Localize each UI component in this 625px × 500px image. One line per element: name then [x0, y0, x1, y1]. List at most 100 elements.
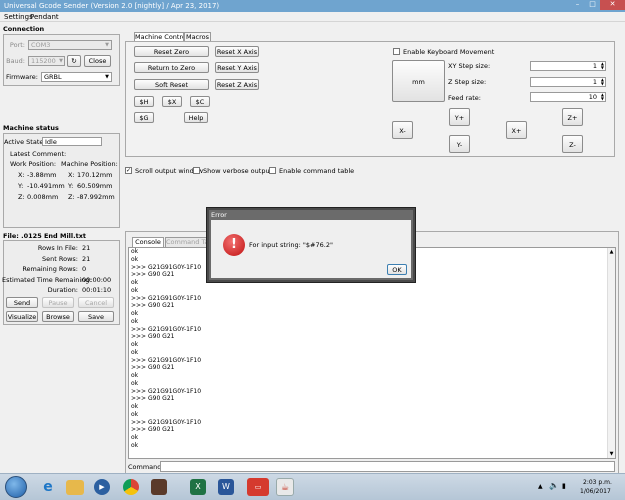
- console-scrollbar[interactable]: ▲ ▼: [607, 248, 615, 458]
- mach-x-label: X:: [68, 171, 75, 179]
- pause-button[interactable]: Pause: [42, 297, 74, 308]
- check-mode-button[interactable]: $C: [190, 96, 210, 107]
- jog-y-plus-button[interactable]: Y+: [449, 108, 470, 126]
- refresh-ports-button[interactable]: ↻: [67, 55, 81, 67]
- jog-y-minus-button[interactable]: Y-: [449, 135, 470, 153]
- remaining-rows-value: 0: [82, 265, 87, 273]
- menu-settings[interactable]: Settings: [4, 13, 33, 21]
- command-input[interactable]: [160, 461, 615, 472]
- work-z-value: 0.008mm: [27, 193, 59, 201]
- jog-x-plus-button[interactable]: X+: [506, 121, 527, 139]
- send-button[interactable]: Send: [6, 297, 38, 308]
- verbose-output-label: Show verbose output: [203, 167, 273, 175]
- firmware-select[interactable]: GRBL ▼: [41, 72, 112, 82]
- tab-console[interactable]: Console: [132, 237, 164, 247]
- z-step-input[interactable]: 1 ▲ ▼: [530, 77, 606, 87]
- menu-bar: Settings Pendant: [0, 12, 625, 22]
- error-icon: !: [223, 234, 245, 256]
- active-state-value: Idle: [42, 137, 102, 146]
- chevron-down-icon: ▼: [59, 58, 63, 64]
- word-icon[interactable]: W: [218, 479, 234, 495]
- file-explorer-icon[interactable]: [66, 480, 84, 495]
- reset-zero-button[interactable]: Reset Zero: [134, 46, 209, 57]
- start-button[interactable]: [5, 476, 27, 498]
- window-controls: – □ ✕: [570, 0, 625, 11]
- spinner-icon[interactable]: ▲ ▼: [601, 93, 604, 101]
- close-connection-button[interactable]: Close: [84, 55, 111, 67]
- enable-keyboard-checkbox[interactable]: [393, 48, 400, 55]
- taskbar-time[interactable]: 2:03 p.m.: [583, 479, 612, 486]
- volume-icon[interactable]: 🔈: [549, 481, 559, 490]
- gcode-sender-icon[interactable]: ▭: [247, 478, 269, 496]
- jog-x-minus-button[interactable]: X-: [392, 121, 413, 139]
- console-line: ok: [131, 310, 139, 317]
- rows-in-file-label: Rows In File:: [37, 244, 78, 252]
- cancel-button[interactable]: Cancel: [78, 297, 114, 308]
- visualize-button[interactable]: Visualize: [6, 311, 38, 322]
- scroll-down-icon[interactable]: ▼: [608, 450, 615, 458]
- spinner-icon[interactable]: ▲ ▼: [601, 62, 604, 70]
- save-button[interactable]: Save: [78, 311, 114, 322]
- console-line: ok: [131, 341, 139, 348]
- feed-rate-input[interactable]: 10 ▲ ▼: [530, 92, 606, 102]
- reset-x-axis-button[interactable]: Reset X Axis: [215, 46, 259, 57]
- reset-y-axis-button[interactable]: Reset Y Axis: [215, 62, 259, 73]
- browse-button[interactable]: Browse: [42, 311, 74, 322]
- unlock-button[interactable]: $X: [162, 96, 182, 107]
- xy-step-input[interactable]: 1 ▲ ▼: [530, 61, 606, 71]
- machine-status-title: Machine status: [3, 124, 59, 132]
- work-z-label: Z:: [18, 193, 25, 201]
- console-line: >>> G21G91G0Y-1F10: [131, 418, 202, 426]
- return-to-zero-button[interactable]: Return to Zero: [134, 62, 209, 73]
- jog-z-plus-button[interactable]: Z+: [562, 108, 583, 126]
- console-line: ok: [131, 410, 139, 418]
- spinner-icon[interactable]: ▲ ▼: [601, 78, 604, 86]
- scroll-up-icon[interactable]: ▲: [608, 248, 615, 256]
- java-icon[interactable]: ☕: [276, 478, 294, 496]
- app-icon[interactable]: [151, 479, 167, 495]
- chevron-down-icon: ▼: [105, 74, 109, 80]
- sent-rows-label: Sent Rows:: [42, 255, 78, 263]
- network-icon[interactable]: ▮: [562, 482, 566, 490]
- internet-explorer-icon[interactable]: e: [38, 477, 58, 497]
- console-line: >>> G90 G21: [131, 333, 175, 341]
- work-x-label: X:: [18, 171, 25, 179]
- taskbar-date[interactable]: 1/06/2017: [580, 488, 611, 495]
- sent-rows-value: 21: [82, 255, 91, 263]
- mach-z-value: -87.992mm: [77, 193, 115, 201]
- port-select[interactable]: COM3 ▼: [28, 40, 112, 50]
- jog-z-minus-button[interactable]: Z-: [562, 135, 583, 153]
- console-line: ok: [131, 372, 139, 379]
- unit-toggle-button[interactable]: mm: [392, 60, 445, 102]
- close-window-button[interactable]: ✕: [600, 0, 625, 10]
- console-line: >>> G21G91G0Y-1F10: [131, 387, 202, 395]
- gcode-state-button[interactable]: $G: [134, 112, 154, 123]
- soft-reset-button[interactable]: Soft Reset: [134, 79, 209, 90]
- chrome-icon[interactable]: [123, 479, 139, 495]
- reset-z-axis-button[interactable]: Reset Z Axis: [215, 79, 259, 90]
- console-line: >>> G21G91G0Y-1F10: [131, 294, 202, 302]
- verbose-output-checkbox[interactable]: [193, 167, 200, 174]
- work-x-value: -3.88mm: [27, 171, 57, 179]
- dialog-ok-button[interactable]: OK: [387, 264, 407, 275]
- home-button[interactable]: $H: [134, 96, 154, 107]
- machine-status-panel: [3, 133, 120, 228]
- maximize-button[interactable]: □: [585, 0, 600, 10]
- file-title: File: .0125 End Mill.txt: [3, 232, 87, 240]
- media-player-icon[interactable]: ▶: [94, 479, 110, 495]
- menu-pendant[interactable]: Pendant: [30, 13, 59, 21]
- minimize-button[interactable]: –: [570, 0, 585, 10]
- scroll-output-checkbox[interactable]: ✓: [125, 167, 132, 174]
- baud-select[interactable]: 115200 ▼: [28, 56, 65, 66]
- tab-command-table[interactable]: Command Table: [165, 237, 208, 247]
- command-table-checkbox[interactable]: [269, 167, 276, 174]
- tray-arrow-icon[interactable]: ▲: [538, 483, 543, 490]
- estimated-time-value: 00:00:00: [82, 276, 112, 284]
- connection-title: Connection: [3, 25, 45, 33]
- refresh-icon: ↻: [71, 57, 77, 65]
- help-button[interactable]: Help: [184, 112, 208, 123]
- excel-icon[interactable]: X: [190, 479, 206, 495]
- work-position-label: Work Position:: [10, 160, 57, 168]
- console-line: ok: [131, 379, 139, 387]
- console-line: >>> G90 G21: [131, 395, 175, 403]
